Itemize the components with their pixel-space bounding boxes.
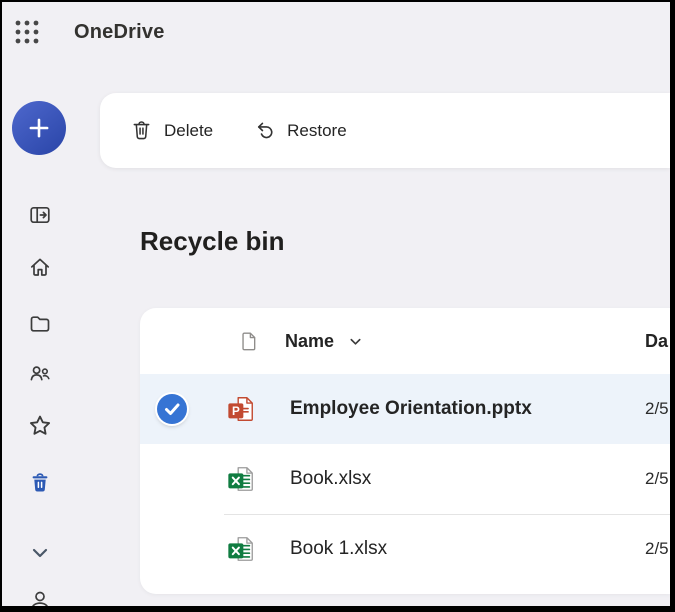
plus-icon	[29, 118, 49, 138]
waffle-icon	[15, 20, 39, 44]
star-icon	[29, 415, 51, 435]
account-button[interactable]	[28, 590, 52, 606]
app-title: OneDrive	[74, 21, 165, 43]
name-column-label: Name	[285, 330, 335, 351]
file-name[interactable]: Employee Orientation.pptx	[290, 374, 532, 444]
excel-file-icon	[228, 537, 253, 561]
restore-button-label: Restore	[287, 120, 347, 140]
chevron-down-icon	[32, 548, 48, 558]
delete-button-label: Delete	[164, 120, 214, 140]
sidebar-item-my-files[interactable]	[28, 312, 52, 336]
toggle-navigation-pane-button[interactable]	[28, 203, 52, 227]
sidebar-expand-chevron[interactable]	[30, 543, 50, 563]
command-bar: Delete Restore	[100, 93, 670, 168]
app-launcher-waffle-icon[interactable]	[14, 19, 40, 45]
restore-undo-icon	[258, 122, 273, 139]
file-name[interactable]: Book.xlsx	[290, 444, 371, 514]
person-icon	[32, 591, 48, 606]
check-icon	[165, 403, 180, 415]
sidebar-item-shared[interactable]	[28, 361, 52, 385]
sort-chevron-down-icon	[350, 338, 361, 345]
people-icon	[30, 366, 50, 381]
sidebar-item-recycle-bin[interactable]	[28, 471, 52, 495]
svg-text:P: P	[232, 405, 240, 418]
home-icon	[30, 258, 50, 276]
sidebar-item-home[interactable]	[28, 255, 52, 279]
panel-toggle-icon	[30, 206, 50, 224]
folder-icon	[30, 316, 50, 332]
onedrive-window: OneDrive Delete Restore Recycle bin Name…	[0, 0, 675, 612]
file-date-deleted: 2/5	[645, 399, 669, 418]
file-name[interactable]: Book 1.xlsx	[290, 514, 387, 584]
row-selected-checkmark[interactable]	[157, 394, 187, 424]
file-row-book1-xlsx[interactable]: Book 1.xlsx 2/5	[140, 514, 670, 584]
file-date-deleted: 2/5	[645, 539, 669, 558]
delete-trash-icon	[133, 121, 150, 140]
powerpoint-file-icon: P	[228, 397, 253, 421]
file-type-column-icon[interactable]	[238, 330, 260, 352]
add-new-button[interactable]	[12, 101, 66, 155]
list-header-row: Name Da	[140, 308, 670, 374]
file-list-card: Name Da P Employee Orientation.pptx 2/5 …	[140, 308, 670, 594]
delete-button[interactable]: Delete	[130, 119, 213, 142]
file-date-deleted: 2/5	[645, 469, 669, 488]
restore-button[interactable]: Restore	[253, 119, 347, 142]
sidebar-item-favorites[interactable]	[26, 412, 54, 440]
file-row-employee-orientation[interactable]: P Employee Orientation.pptx 2/5	[140, 374, 670, 444]
page-title: Recycle bin	[140, 226, 285, 256]
name-column-sort-button[interactable]: Name	[285, 308, 363, 374]
recycle-bin-icon	[32, 473, 48, 492]
date-deleted-column-label[interactable]: Da	[645, 308, 668, 374]
excel-file-icon	[228, 467, 253, 491]
file-row-book-xlsx[interactable]: Book.xlsx 2/5	[140, 444, 670, 514]
